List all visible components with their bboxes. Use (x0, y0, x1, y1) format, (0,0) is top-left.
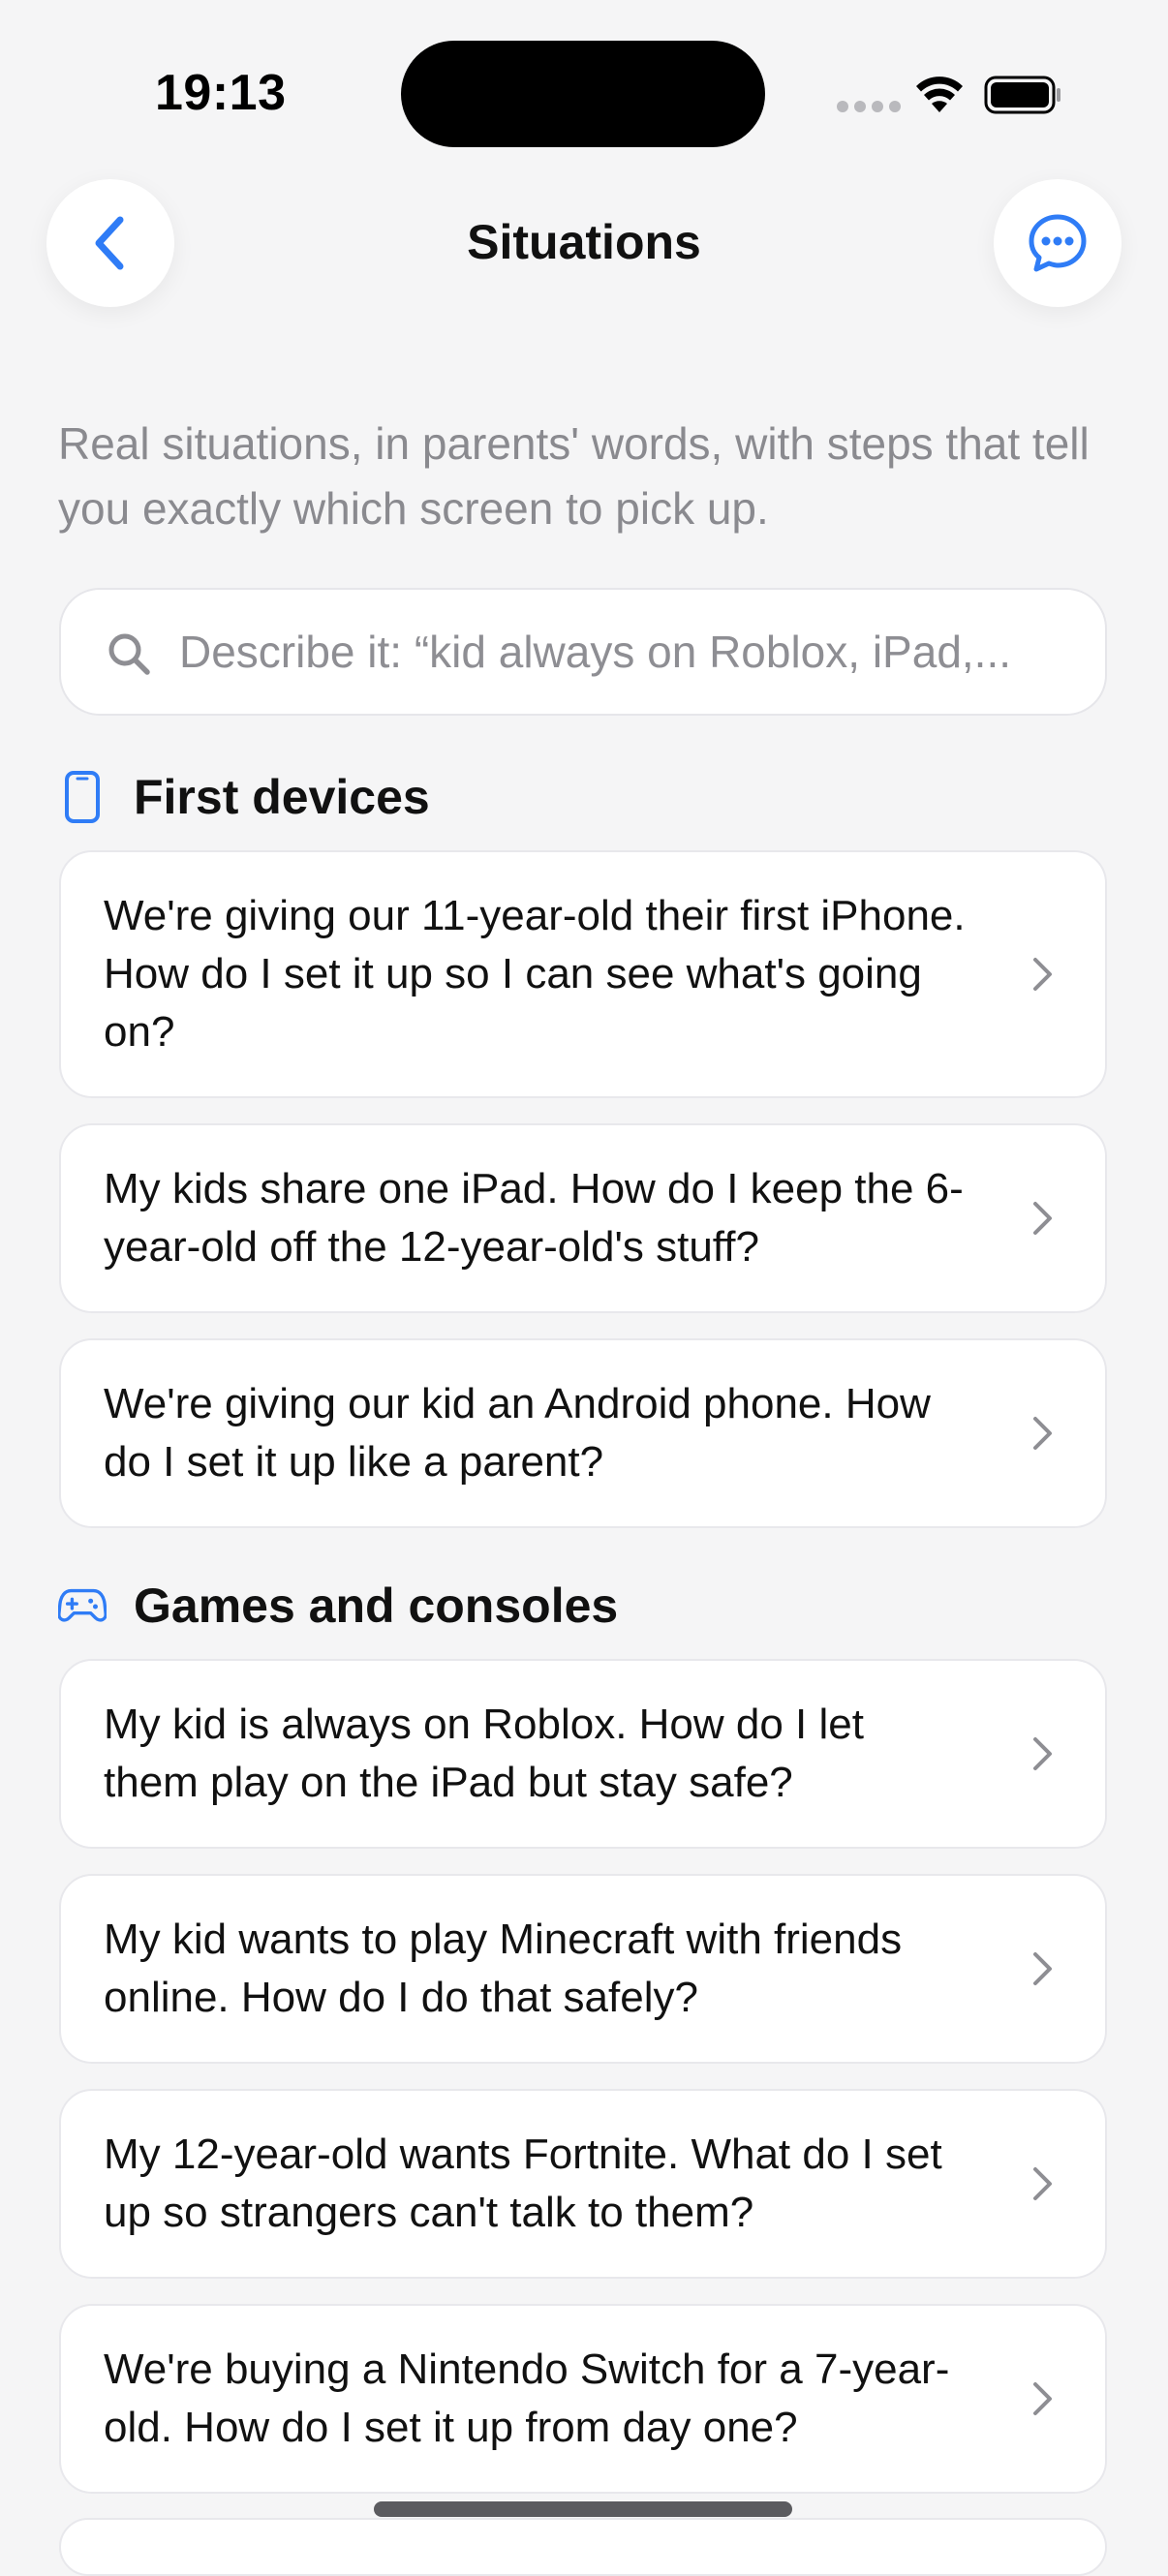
status-icons (835, 70, 1067, 118)
chat-button[interactable] (994, 179, 1122, 307)
situation-card[interactable]: My kid wants to play Minecraft with frie… (59, 1874, 1107, 2064)
chevron-right-icon (1033, 1952, 1052, 1985)
situation-text: We're buying a Nintendo Switch for a 7-y… (104, 2346, 950, 2451)
chevron-right-icon (1033, 2382, 1052, 2415)
intro-text: Real situations, in parents' words, with… (58, 418, 1090, 534)
situation-card[interactable]: We're giving our 11-year-old their first… (59, 850, 1107, 1098)
chevron-right-icon (1033, 2167, 1052, 2200)
gamepad-icon (58, 1579, 107, 1633)
cellular-signal-icon (837, 101, 901, 112)
phone-icon (58, 770, 107, 824)
situation-text: We're giving our kid an Android phone. H… (104, 1380, 931, 1486)
section-header-games-and-consoles: Games and consoles (58, 1572, 618, 1640)
situation-card[interactable]: My kid is always on Roblox. How do I let… (59, 1659, 1107, 1849)
section-title: Games and consoles (134, 1579, 619, 1633)
situation-text: My kid wants to play Minecraft with frie… (104, 1916, 903, 2021)
chevron-right-icon (1033, 1737, 1052, 1770)
situation-card[interactable]: My 12-year-old wants Fortnite. What do I… (59, 2089, 1107, 2279)
status-time: 19:13 (155, 65, 287, 121)
chevron-right-icon (1033, 1417, 1052, 1450)
wifi-icon (916, 77, 963, 112)
home-indicator[interactable] (374, 2501, 792, 2517)
situation-text: My 12-year-old wants Fortnite. What do I… (104, 2131, 942, 2236)
search-input[interactable] (179, 590, 1080, 714)
chevron-right-icon (1033, 958, 1052, 991)
situation-card-partial[interactable] (59, 2518, 1107, 2576)
situation-text: My kid is always on Roblox. How do I let… (104, 1701, 864, 1806)
navigation-bar: Situations (0, 179, 1168, 310)
chevron-right-icon (1033, 1202, 1052, 1235)
signal-wifi-battery-icons (837, 76, 1060, 114)
situation-text: We're giving our 11-year-old their first… (104, 892, 966, 1056)
battery-icon (984, 76, 1060, 114)
search-bar[interactable] (59, 588, 1107, 716)
section-header-first-devices: First devices (58, 763, 430, 831)
dynamic-island (401, 41, 765, 147)
situation-card[interactable]: We're giving our kid an Android phone. H… (59, 1338, 1107, 1528)
situation-card[interactable]: My kids share one iPad. How do I keep th… (59, 1123, 1107, 1313)
situation-card[interactable]: We're buying a Nintendo Switch for a 7-y… (59, 2304, 1107, 2494)
situation-text: My kids share one iPad. How do I keep th… (104, 1165, 964, 1271)
search-icon (108, 633, 150, 675)
chat-bubble-icon (1029, 214, 1087, 272)
status-bar: 19:13 (0, 0, 1168, 184)
section-title: First devices (134, 770, 430, 824)
